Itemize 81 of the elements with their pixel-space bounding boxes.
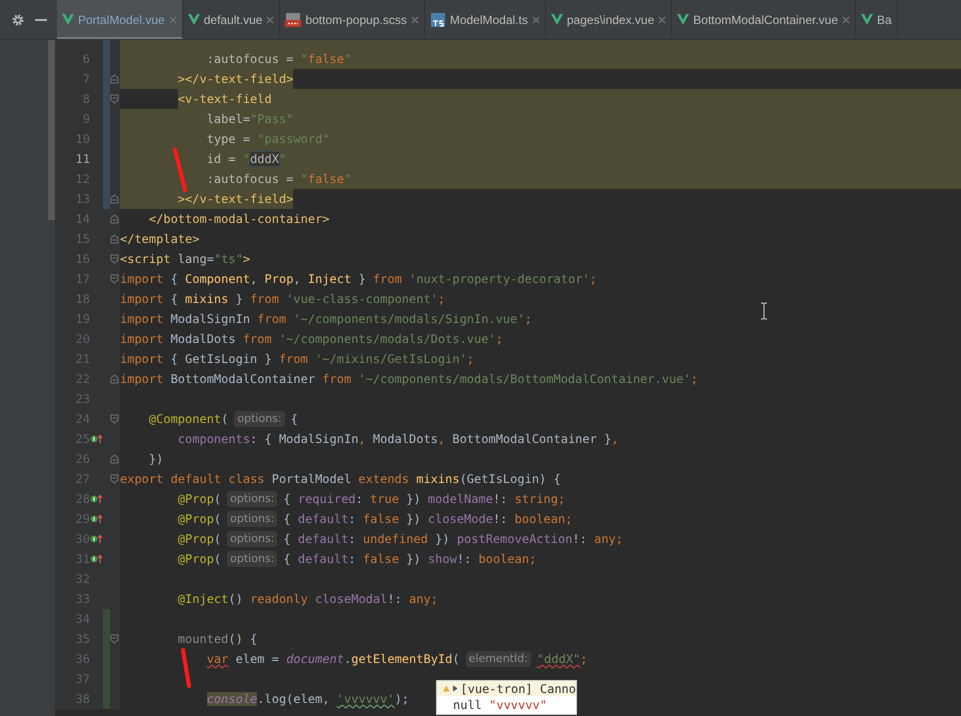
code-text: { default: undefined }) postRemoveAction!: any; — [283, 531, 624, 548]
code-text: </template> — [120, 231, 200, 248]
close-icon — [658, 16, 666, 24]
code-text: ></v-text-field> — [176, 191, 294, 208]
text-cursor-icon — [760, 302, 768, 320]
pen-stroke-mark — [180, 648, 192, 688]
code-text: ></v-text-field> — [176, 71, 294, 88]
close-icon — [842, 16, 850, 24]
code-text: mounted() { — [176, 631, 258, 648]
fold-icon[interactable] — [110, 374, 119, 384]
line-number: 11 — [74, 151, 90, 168]
code-text: @Prop( — [176, 511, 222, 528]
code-text: type = "password" — [206, 131, 330, 148]
pen-stroke-mark — [172, 148, 188, 192]
close-icon — [168, 16, 177, 24]
code-text: import { mixins } from 'vue-class-component'; — [120, 291, 446, 308]
code-text: { required: true }) modelName!: string; — [283, 491, 566, 508]
close-icon — [410, 16, 419, 24]
code-text: @Component( — [148, 411, 228, 428]
code-text: [vue-tron] Canno — [460, 682, 576, 696]
fold-icon[interactable] — [110, 274, 119, 284]
vue-file-icon — [861, 14, 874, 25]
parameter-hint: options: — [227, 531, 278, 547]
override-icon[interactable] — [90, 554, 103, 564]
code-text: import ModalSignIn from '~/components/modals/SignIn.vue'; — [120, 311, 532, 328]
override-icon[interactable] — [90, 434, 103, 444]
parameter-hint: elementId: — [466, 651, 531, 667]
code-text: @Prop( — [176, 531, 222, 548]
fold-icon[interactable] — [110, 94, 119, 104]
fold-icon[interactable] — [110, 454, 119, 464]
code-text: "dddX"; — [536, 651, 588, 668]
code-text: @Prop( — [176, 551, 222, 568]
fold-icon[interactable] — [110, 254, 119, 264]
code-text: { default: false }) closeMode!: boolean; — [283, 511, 572, 528]
close-icon — [266, 16, 274, 24]
fold-icon[interactable] — [110, 74, 119, 84]
code-text: id = "dddX" — [206, 151, 286, 168]
expand-icon — [452, 684, 458, 693]
settings-icon[interactable] — [11, 12, 25, 26]
code-text: console.log(elem, 'vvvvvv'); — [206, 691, 410, 708]
fold-icon[interactable] — [110, 214, 119, 224]
code-text: :autofocus = "false" — [206, 171, 352, 188]
fold-icon[interactable] — [110, 414, 119, 424]
vue-file-icon — [550, 14, 563, 25]
fold-icon[interactable] — [110, 474, 119, 484]
code-text: { — [290, 411, 298, 428]
code-text: { default: false }) show!: boolean; — [283, 551, 536, 568]
typescript-file-icon — [430, 12, 446, 26]
editor-tab[interactable]: PortalModel.vue — [57, 0, 183, 39]
code-text: import BottomModalContainer from '~/components/modals/BottomModalContainer.vue'; — [120, 371, 698, 388]
code-text: null "vvvvvv" — [453, 698, 547, 712]
fold-icon[interactable] — [110, 234, 119, 244]
code-text: @Inject() readonly closeModal!: any; — [176, 591, 438, 608]
code-text: import { Component, Prop, Inject } from 'nuxt-property-decorator'; — [120, 271, 597, 288]
code-text: :autofocus = "false" — [206, 51, 352, 68]
warning-icon — [443, 684, 450, 693]
close-icon — [532, 16, 540, 24]
code-text: components: { ModalSignIn, ModalDots, BottomModalContainer }, — [176, 431, 619, 448]
parameter-hint: options: — [227, 511, 278, 527]
code-text: label="Pass" — [206, 111, 294, 128]
code-text: import { GetIsLogin } from '~/mixins/GetIsLogin'; — [120, 351, 474, 368]
code-text: </bottom-modal-container> — [148, 211, 330, 228]
code-text: import ModalDots from '~/components/modals/Dots.vue'; — [120, 331, 503, 348]
vue-file-icon — [677, 14, 690, 25]
fold-icon[interactable] — [110, 194, 119, 204]
parameter-hint: options: — [227, 491, 278, 507]
override-icon[interactable] — [90, 514, 103, 524]
stylesheet-file-icon — [285, 12, 302, 26]
code-text: var elem = document.getElementById( — [206, 651, 460, 668]
code-text: @Prop( — [176, 491, 222, 508]
parameter-hint: options: — [227, 551, 278, 567]
override-icon[interactable] — [90, 534, 103, 544]
code-text: <v-text-field — [178, 91, 272, 108]
vue-file-icon — [188, 14, 200, 25]
code-text: }) — [148, 451, 164, 468]
override-icon[interactable] — [90, 494, 103, 504]
vue-file-icon — [62, 14, 74, 25]
fold-icon[interactable] — [110, 634, 119, 644]
code-text: export default class PortalModel extends mixins(GetIsLogin) { — [120, 471, 561, 488]
parameter-hint: options: — [234, 411, 285, 427]
code-text: <script lang="ts"> — [120, 251, 250, 268]
